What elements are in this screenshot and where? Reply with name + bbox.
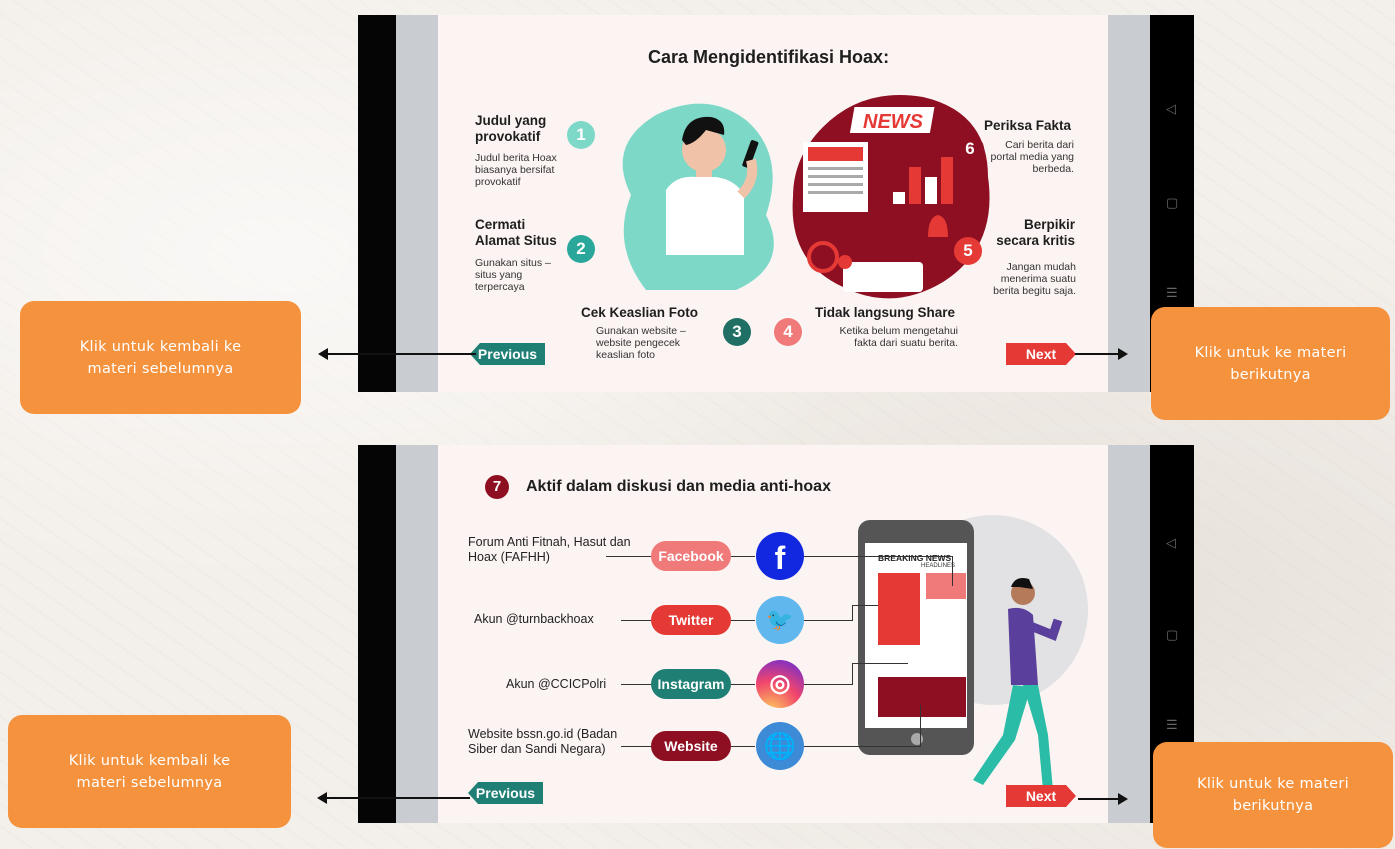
connector: [952, 556, 953, 586]
callout-next-1: Klik untuk ke materi berikutnya: [1151, 307, 1390, 420]
connector: [621, 746, 654, 747]
home-nav-icon[interactable]: ▢: [1166, 627, 1178, 643]
connector: [804, 556, 952, 557]
letterbox-right: [1108, 445, 1150, 823]
step-5-desc: Jangan mudah menerima suatu berita begit…: [993, 261, 1076, 297]
news-badge: NEWS: [863, 111, 923, 133]
next-button[interactable]: Next: [1006, 785, 1076, 807]
callout-back-2: Klik untuk kembali ke materi sebelumnya: [8, 715, 291, 828]
instagram-pill[interactable]: Instagram: [651, 669, 731, 699]
twitter-pill[interactable]: Twitter: [651, 605, 731, 635]
connector: [852, 663, 853, 685]
globe-icon[interactable]: 🌐: [756, 722, 804, 770]
step-2-desc: Gunakan situs – situs yang terpercaya: [475, 257, 551, 293]
step-5-title: Berpikir secara kritis: [996, 217, 1075, 248]
connector: [621, 684, 654, 685]
previous-button[interactable]: Previous: [468, 782, 543, 804]
letterbox-left: [396, 15, 438, 392]
arrowhead-left-1: [318, 348, 328, 360]
menu-nav-icon[interactable]: ☰: [1166, 717, 1178, 733]
connector: [920, 705, 921, 747]
menu-nav-icon[interactable]: ☰: [1166, 285, 1178, 301]
twitter-icon[interactable]: 🐦: [756, 596, 804, 644]
step-3-title: Cek Keaslian Foto: [581, 305, 699, 320]
slide-anti-hoax-media: 7 Aktif dalam diskusi dan media anti-hoa…: [438, 445, 1108, 823]
connector: [731, 746, 755, 747]
arrow-right-1: [1075, 353, 1120, 355]
step-7-badge: 7: [485, 475, 509, 499]
step-1-title: Judul yang provokatif: [475, 113, 547, 144]
step-4-title: Tidak langsung Share: [815, 305, 956, 320]
row-facebook-text: Forum Anti Fitnah, Hasut dan Hoax (FAFHH…: [468, 535, 631, 564]
arrow-right-2: [1078, 798, 1120, 800]
callout-back-1: Klik untuk kembali ke materi sebelumnya: [20, 301, 301, 414]
connector: [852, 605, 853, 621]
facebook-pill[interactable]: Facebook: [651, 541, 731, 571]
connector: [804, 620, 852, 621]
callout-next-2: Klik untuk ke materi berikutnya: [1153, 742, 1393, 848]
arrow-left-1: [326, 353, 476, 355]
step-6-title: Periksa Fakta: [984, 118, 1072, 133]
back-nav-icon[interactable]: ◁: [1166, 535, 1176, 551]
letterbox-right: [1108, 15, 1150, 392]
instagram-icon[interactable]: ◎: [756, 660, 804, 708]
step-3-badge: 3: [723, 318, 751, 346]
connector: [731, 556, 755, 557]
connector: [731, 684, 755, 685]
facebook-icon[interactable]: f: [756, 532, 804, 580]
person-illustration: [973, 578, 1063, 790]
connector: [852, 663, 908, 664]
step-6-badge: 6: [956, 135, 984, 163]
arrowhead-right-1: [1118, 348, 1128, 360]
letterbox-left: [396, 445, 438, 823]
step-2-badge: 2: [567, 235, 595, 263]
website-pill[interactable]: Website: [651, 731, 731, 761]
back-nav-icon[interactable]: ◁: [1166, 101, 1176, 117]
slide-title: Cara Mengidentifikasi Hoax:: [648, 47, 890, 67]
connector: [804, 684, 852, 685]
arrow-left-2: [325, 797, 470, 799]
phone-bezel: [358, 445, 396, 823]
step-4-desc: Ketika belum mengetahui fakta dari suatu…: [839, 325, 959, 349]
home-nav-icon[interactable]: ▢: [1166, 195, 1178, 211]
row-instagram-text: Akun @CCICPolri: [506, 677, 607, 691]
headlines-text: HEADLINES: [921, 563, 956, 569]
news-block-1: [878, 573, 920, 645]
connector: [606, 556, 654, 557]
slide-title: Aktif dalam diskusi dan media anti-hoax: [526, 478, 831, 495]
step-2-title: Cermati Alamat Situs: [475, 217, 557, 248]
connector: [852, 605, 878, 606]
home-button: [911, 733, 923, 745]
phone-screen-1: ◁ ▢ ☰ Cara Mengidentifikasi Hoax: NEWS J…: [358, 15, 1194, 392]
step-6-desc: Cari berita dari portal media yang berbe…: [990, 139, 1074, 175]
connector: [621, 620, 654, 621]
arrowhead-left-2: [317, 792, 327, 804]
slide-identify-hoax: Cara Mengidentifikasi Hoax: NEWS Judul y…: [438, 15, 1108, 392]
row-website-text: Website bssn.go.id (Badan Siber dan Sand…: [468, 727, 618, 756]
connector: [804, 746, 920, 747]
phone-screen-2: ◁ ▢ ☰ 7 Aktif dalam diskusi dan media an…: [358, 445, 1194, 823]
breaking-news-text: BREAKING NEWS: [878, 553, 952, 563]
next-button[interactable]: Next: [1006, 343, 1076, 365]
previous-button[interactable]: Previous: [470, 343, 545, 365]
row-twitter-text: Akun @turnbackhoax: [474, 612, 594, 626]
connector: [731, 620, 755, 621]
step-3-desc: Gunakan website – website pengecek keasl…: [596, 325, 686, 361]
arrowhead-right-2: [1118, 793, 1128, 805]
phone-bezel: [358, 15, 396, 392]
step-1-badge: 1: [567, 121, 595, 149]
step-1-desc: Judul berita Hoax biasanya bersifat prov…: [475, 152, 557, 188]
step-4-badge: 4: [774, 318, 802, 346]
person-phone-illustration: [622, 103, 774, 291]
